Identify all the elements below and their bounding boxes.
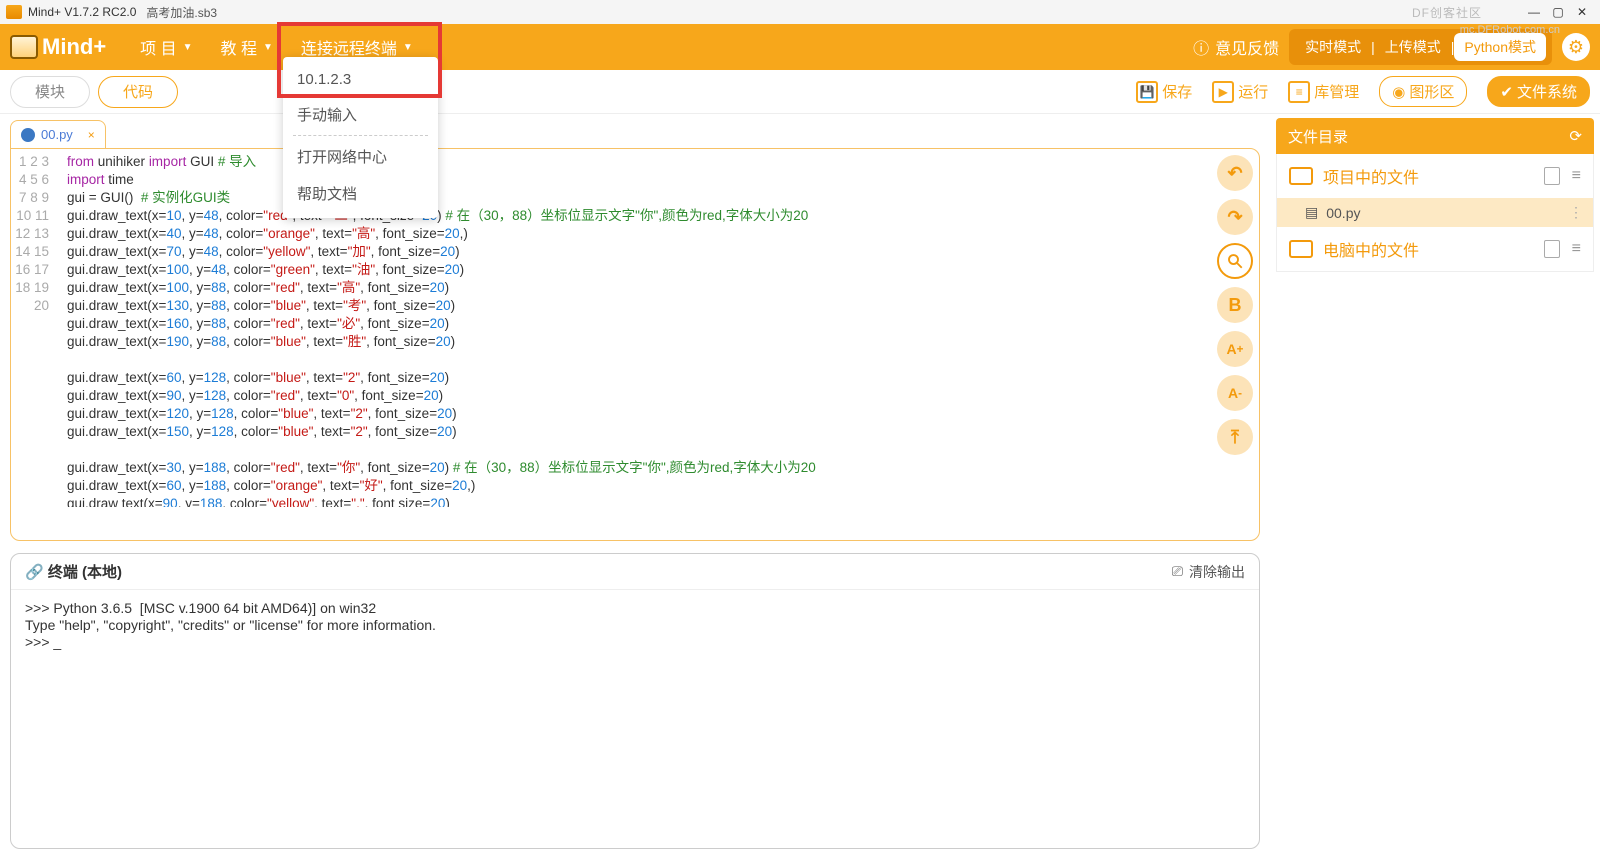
file-item[interactable]: ▤ 00.py ⋮ xyxy=(1277,198,1593,227)
watermark-top: DF创客社区 xyxy=(1412,4,1482,21)
library-button[interactable]: ≡库管理 xyxy=(1288,81,1359,103)
window-minimize-icon[interactable]: — xyxy=(1522,5,1546,19)
editor-wrap: 1 2 3 4 5 6 7 8 9 10 11 12 13 14 15 16 1… xyxy=(10,148,1260,541)
remote-terminal-dropdown: 10.1.2.3 手动输入 打开网络中心 帮助文档 xyxy=(283,57,438,218)
main-area: 00.py × 1 2 3 4 5 6 7 8 9 10 11 12 13 14… xyxy=(0,114,1600,859)
close-tab-icon[interactable]: × xyxy=(88,128,95,142)
terminal-title: 终端 (本地) xyxy=(48,561,122,582)
tab-code[interactable]: 代码 xyxy=(98,76,178,108)
folder-icon xyxy=(1289,167,1313,185)
caret-down-icon: ▼ xyxy=(183,42,193,53)
filesystem-button[interactable]: ✔文件系统 xyxy=(1487,76,1590,107)
feedback-link[interactable]: ⓘ 意见反馈 xyxy=(1193,35,1279,59)
dropdown-open-network[interactable]: 打开网络中心 xyxy=(283,138,438,175)
redo-icon[interactable]: ↷ xyxy=(1217,199,1253,235)
open-file-name: 高考加油.sb3 xyxy=(146,4,217,21)
computer-icon xyxy=(1289,240,1313,258)
file-tabs: 00.py × xyxy=(10,118,1260,148)
app-title: Mind+ V1.7.2 RC2.0 xyxy=(28,5,136,19)
file-tab-active[interactable]: 00.py × xyxy=(10,120,106,148)
dropdown-ip[interactable]: 10.1.2.3 xyxy=(283,63,438,96)
computer-files-section[interactable]: 电脑中的文件 ≡ xyxy=(1277,227,1593,271)
graph-area-button[interactable]: ◉图形区 xyxy=(1379,76,1467,107)
titlebar: Mind+ V1.7.2 RC2.0 高考加油.sb3 DF创客社区 — ▢ ✕ xyxy=(0,0,1600,24)
menu-project[interactable]: 项 目▼ xyxy=(140,35,192,59)
refresh-icon[interactable]: ⟳ xyxy=(1569,127,1582,145)
menu-tutorial[interactable]: 教 程▼ xyxy=(221,35,273,59)
clear-output-button[interactable]: ⎚ 清除输出 xyxy=(1172,562,1245,582)
project-files-section[interactable]: 项目中的文件 ≡ xyxy=(1277,154,1593,198)
editor-side-icons: ↶ ↷ B A+ A- ⤒ xyxy=(1217,155,1253,455)
menu-icon[interactable]: ≡ xyxy=(1572,240,1581,258)
mode-upload[interactable]: 上传模式 xyxy=(1375,33,1451,61)
window-close-icon[interactable]: ✕ xyxy=(1570,5,1594,19)
mode-realtime[interactable]: 实时模式 xyxy=(1295,33,1371,61)
scroll-top-icon[interactable]: ⤒ xyxy=(1217,419,1253,455)
mode-python[interactable]: Python模式 xyxy=(1454,33,1546,61)
check-circle-icon: ✔ xyxy=(1500,83,1513,101)
question-circle-icon: ⓘ xyxy=(1193,35,1209,59)
file-directory-panel: 文件目录 ⟳ 项目中的文件 ≡ ▤ 00.py ⋮ 电脑中的文件 xyxy=(1270,114,1600,859)
python-icon xyxy=(21,128,35,142)
save-button[interactable]: 💾保存 xyxy=(1136,81,1192,103)
eye-icon: ◉ xyxy=(1392,83,1405,101)
file-directory-header: 文件目录 ⟳ xyxy=(1276,118,1594,154)
caret-down-icon: ▼ xyxy=(403,42,413,53)
file-icon: ▤ xyxy=(1305,204,1318,221)
clear-icon: ⎚ xyxy=(1172,563,1183,580)
run-button[interactable]: ▶运行 xyxy=(1212,81,1268,103)
library-icon: ≡ xyxy=(1288,81,1310,103)
logo-icon xyxy=(10,35,38,59)
window-maximize-icon[interactable]: ▢ xyxy=(1546,5,1570,19)
app-icon xyxy=(6,5,22,19)
more-icon[interactable]: ⋮ xyxy=(1569,204,1581,221)
font-increase-icon[interactable]: A+ xyxy=(1217,331,1253,367)
search-icon[interactable] xyxy=(1217,243,1253,279)
terminal-panel: 🔗 终端 (本地) ⎚ 清除输出 >>> Python 3.6.5 [MSC v… xyxy=(10,553,1260,849)
link-icon: 🔗 xyxy=(25,563,44,581)
bold-icon[interactable]: B xyxy=(1217,287,1253,323)
menu-remote-terminal[interactable]: 连接远程终端▼ xyxy=(301,35,413,59)
menubar: Mind+ 项 目▼ 教 程▼ 连接远程终端▼ ⓘ 意见反馈 实时模式 | 上传… xyxy=(0,24,1600,70)
code-editor[interactable]: 1 2 3 4 5 6 7 8 9 10 11 12 13 14 15 16 1… xyxy=(11,149,1259,507)
dropdown-divider xyxy=(293,135,428,136)
logo-text: Mind+ xyxy=(42,34,106,60)
terminal-output[interactable]: >>> Python 3.6.5 [MSC v.1900 64 bit AMD6… xyxy=(11,590,1259,848)
settings-gear-icon[interactable]: ⚙ xyxy=(1562,33,1590,61)
toolbar: 模块 代码 💾保存 ▶运行 ≡库管理 ◉图形区 ✔文件系统 xyxy=(0,70,1600,114)
file-tab-name: 00.py xyxy=(41,127,73,142)
new-file-icon[interactable] xyxy=(1544,240,1560,258)
dropdown-manual-input[interactable]: 手动输入 xyxy=(283,96,438,133)
save-icon: 💾 xyxy=(1136,81,1158,103)
font-decrease-icon[interactable]: A- xyxy=(1217,375,1253,411)
code-content[interactable]: from unihiker import GUI # 导入 import tim… xyxy=(61,149,1259,507)
line-gutter: 1 2 3 4 5 6 7 8 9 10 11 12 13 14 15 16 1… xyxy=(11,149,61,507)
new-file-icon[interactable] xyxy=(1544,167,1560,185)
caret-down-icon: ▼ xyxy=(263,42,273,53)
play-icon: ▶ xyxy=(1212,81,1234,103)
undo-icon[interactable]: ↶ xyxy=(1217,155,1253,191)
logo: Mind+ xyxy=(10,34,106,60)
tab-blocks[interactable]: 模块 xyxy=(10,76,90,108)
dropdown-help-doc[interactable]: 帮助文档 xyxy=(283,175,438,212)
menu-icon[interactable]: ≡ xyxy=(1572,167,1581,185)
watermark-url: mc.DFRobot.com.cn xyxy=(1460,24,1560,36)
